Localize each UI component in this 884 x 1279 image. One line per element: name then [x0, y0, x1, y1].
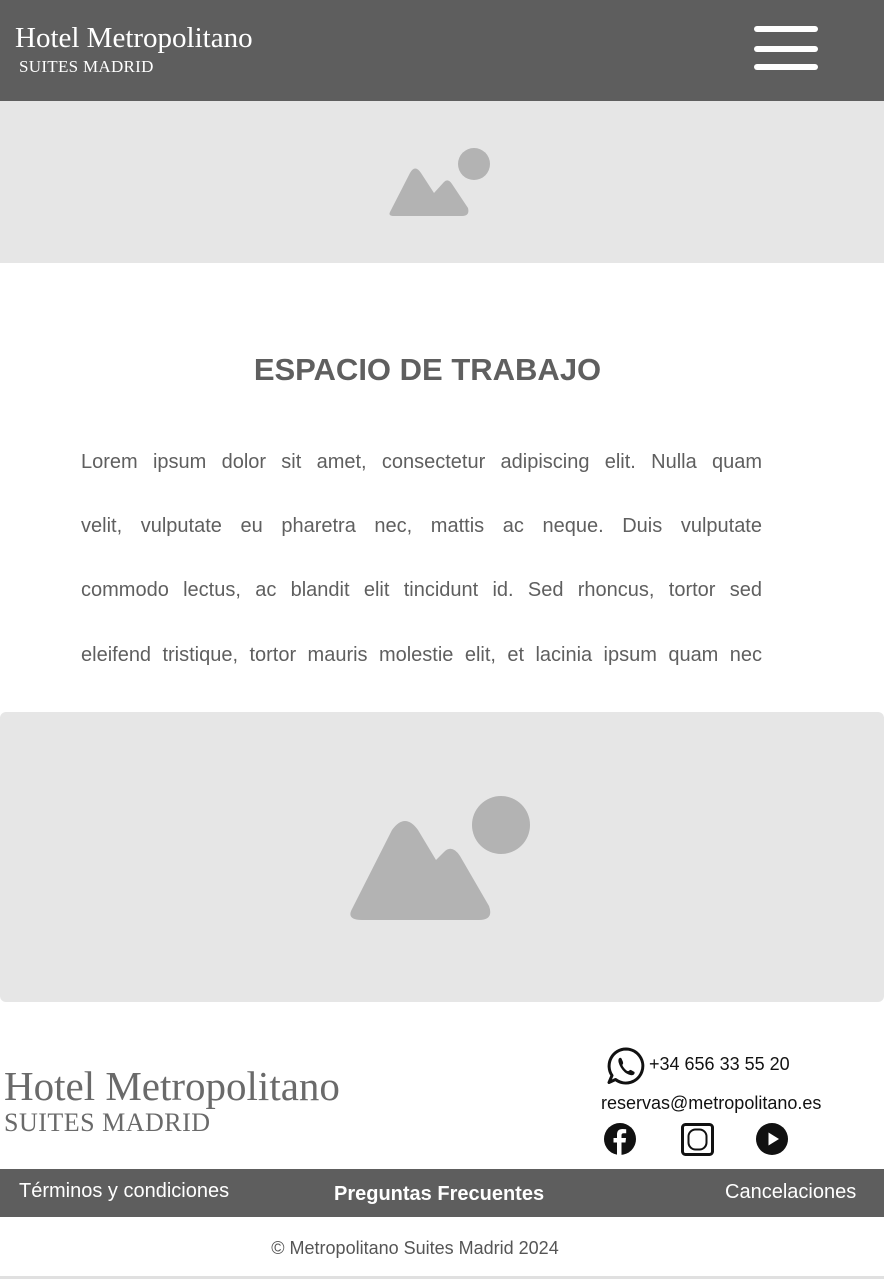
paragraph-line: eleifend tristique, tortor mauris molest… — [81, 644, 762, 666]
terms-link[interactable]: Términos y condiciones — [19, 1180, 229, 1203]
paragraph-line: Lorem ipsum dolor sit amet, consectetur … — [81, 451, 762, 473]
brand-title[interactable]: Hotel Metropolitano — [15, 22, 253, 55]
youtube-icon[interactable] — [755, 1122, 789, 1156]
brand-subtitle: SUITES MADRID — [19, 57, 154, 76]
site-header: Hotel Metropolitano SUITES MADRID — [0, 0, 884, 101]
footer-links-bar: Términos y condiciones Preguntas Frecuen… — [0, 1169, 884, 1217]
footer-brand-subtitle: SUITES MADRID — [4, 1108, 211, 1137]
image-placeholder-icon — [350, 796, 530, 920]
gallery-image — [0, 712, 884, 1002]
email-link[interactable]: reservas@metropolitano.es — [601, 1093, 821, 1114]
hamburger-menu-icon[interactable] — [754, 26, 818, 72]
footer-brand-title: Hotel Metropolitano — [4, 1063, 340, 1109]
phone-number[interactable]: +34 656 33 55 20 — [649, 1054, 790, 1075]
paragraph-line: velit, vulputate eu pharetra nec, mattis… — [81, 515, 762, 537]
hero-image — [0, 101, 884, 263]
paragraph-line: commodo lectus, ac blandit elit tincidun… — [81, 579, 762, 601]
instagram-icon[interactable] — [681, 1123, 714, 1156]
whatsapp-icon[interactable] — [606, 1046, 646, 1086]
cancellations-link[interactable]: Cancelaciones — [725, 1181, 856, 1204]
section-title: ESPACIO DE TRABAJO — [253, 352, 602, 387]
image-placeholder-icon — [389, 148, 490, 216]
facebook-icon[interactable] — [603, 1122, 637, 1156]
faq-link[interactable]: Preguntas Frecuentes — [334, 1183, 544, 1206]
copyright: © Metropolitano Suites Madrid 2024 — [271, 1238, 559, 1258]
